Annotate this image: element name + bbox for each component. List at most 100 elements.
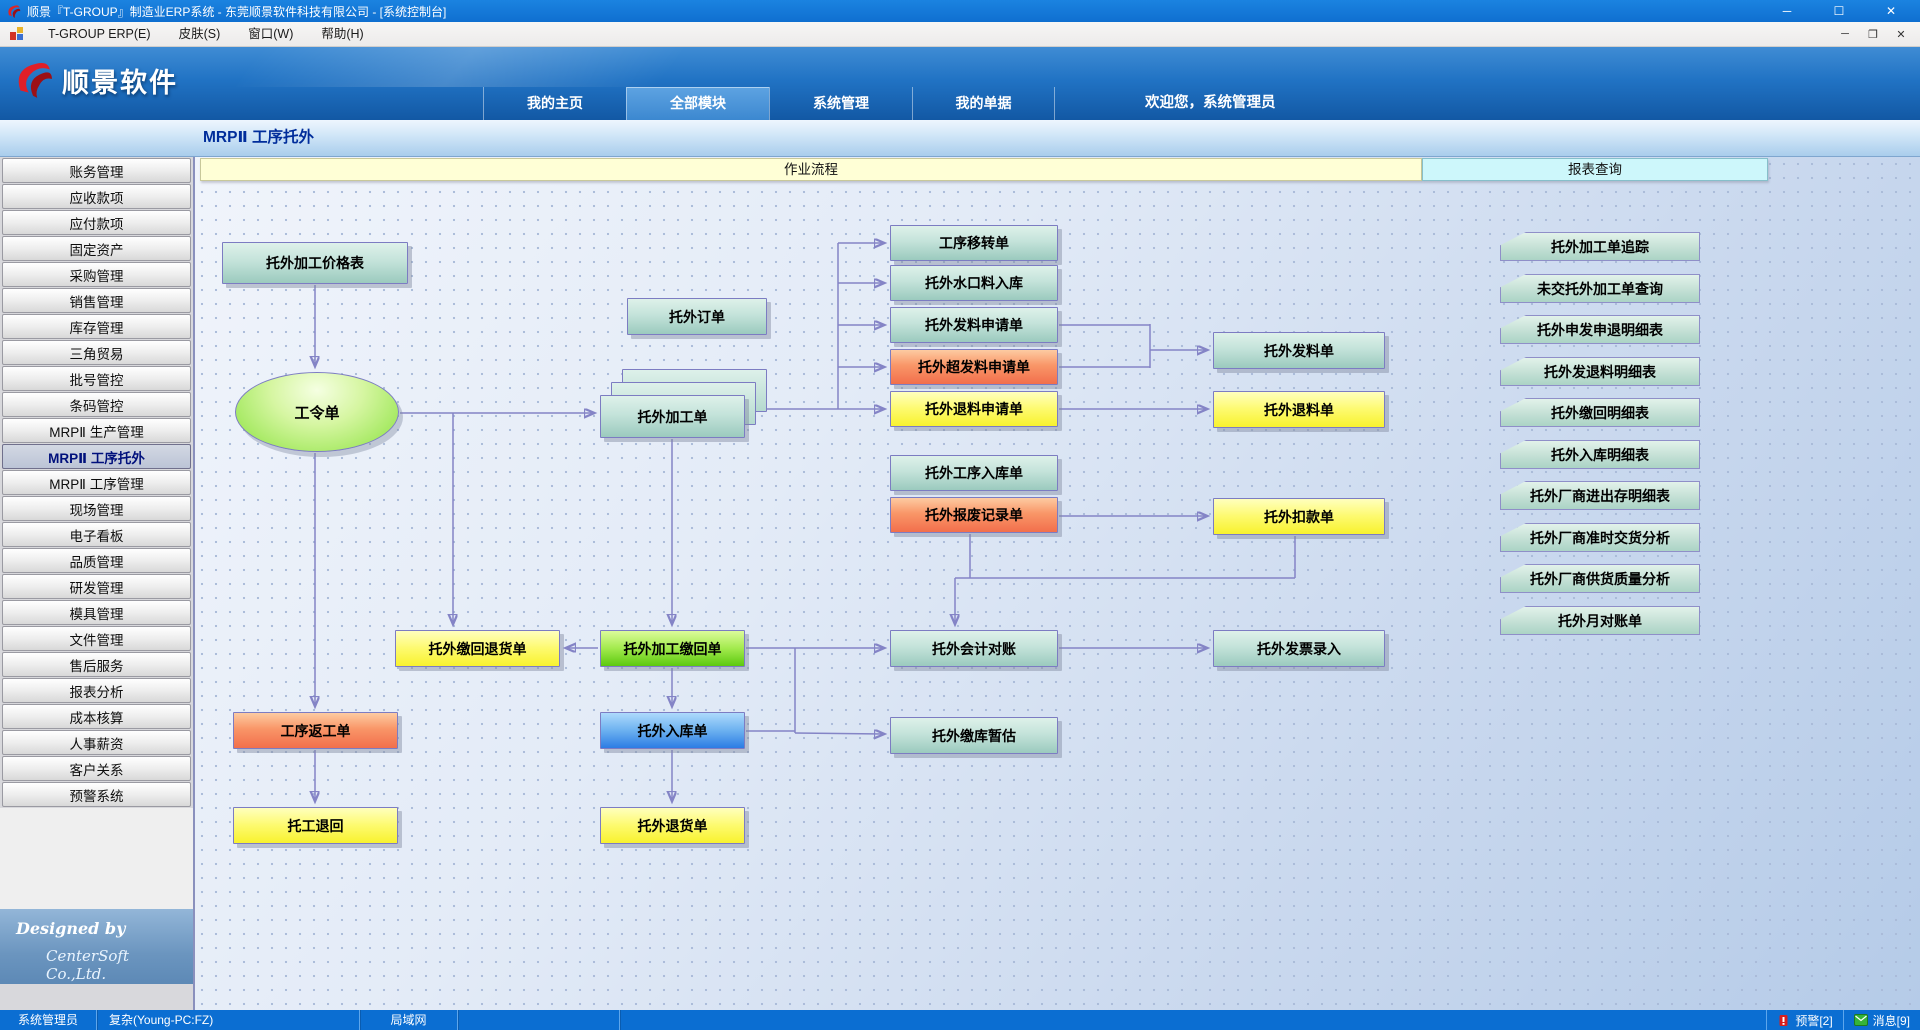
report-btn-vendor-ontime[interactable]: 托外厂商准时交货分析 <box>1500 523 1700 552</box>
flow-node-price-list[interactable]: 托外加工价格表 <box>222 242 408 284</box>
menu-item-erp[interactable]: T-GROUP ERP(E) <box>34 22 165 47</box>
flow-node-outsource-order[interactable]: 托外订单 <box>627 298 767 335</box>
sidebar-item-crm[interactable]: 客户关系 <box>2 756 191 781</box>
mdi-minimize-icon[interactable]: ─ <box>1836 28 1854 41</box>
brand-swoosh-icon <box>12 59 54 101</box>
status-alerts[interactable]: 预警[2] <box>1766 1010 1842 1030</box>
sidebar-item-lot-control[interactable]: 批号管控 <box>2 366 191 391</box>
report-btn-submit-detail[interactable]: 托外缴回明细表 <box>1500 398 1700 427</box>
mdi-close-icon[interactable]: ✕ <box>1892 28 1910 41</box>
alert-icon <box>1777 1014 1790 1027</box>
mdi-restore-icon[interactable]: ❐ <box>1864 28 1882 41</box>
menu-app-icon <box>10 27 24 41</box>
menu-item-skin[interactable]: 皮肤(S) <box>165 22 235 47</box>
menu-item-window[interactable]: 窗口(W) <box>234 22 307 47</box>
message-icon <box>1854 1014 1868 1026</box>
sidebar-item-costing[interactable]: 成本核算 <box>2 704 191 729</box>
flow-node-material-return[interactable]: 托外退料单 <box>1213 391 1385 428</box>
close-icon[interactable]: ✕ <box>1876 4 1906 18</box>
flow-node-process-submit[interactable]: 托外加工缴回单 <box>600 630 745 667</box>
sidebar-item-purchasing[interactable]: 采购管理 <box>2 262 191 287</box>
sidebar-item-barcode-control[interactable]: 条码管控 <box>2 392 191 417</box>
sidebar-item-rnd[interactable]: 研发管理 <box>2 574 191 599</box>
sidebar-item-receivables[interactable]: 应收款项 <box>2 184 191 209</box>
maximize-icon[interactable]: ☐ <box>1824 4 1854 18</box>
status-network: 局域网 <box>360 1010 458 1030</box>
brand-name: 顺景软件 <box>62 61 178 100</box>
welcome-text: 欢迎您，系统管理员 <box>1145 91 1276 112</box>
flow-node-stock-in[interactable]: 托外入库单 <box>600 712 745 749</box>
status-messages-label: 消息[9] <box>1873 1012 1910 1029</box>
window-title: 顺景『T-GROUP』制造业ERP系统 - 东莞顺景软件科技有限公司 - [系统… <box>27 3 1772 20</box>
designed-by-text: Designed by <box>16 919 125 938</box>
company-text: CenterSoft Co.,Ltd. <box>46 947 193 983</box>
sidebar-item-after-sales[interactable]: 售后服务 <box>2 652 191 677</box>
flow-node-goods-return[interactable]: 托外退货单 <box>600 807 745 844</box>
sidebar-item-payables[interactable]: 应付款项 <box>2 210 191 235</box>
flow-node-stockin-estimate[interactable]: 托外缴库暂估 <box>890 717 1058 754</box>
flow-node-invoice-entry[interactable]: 托外发票录入 <box>1213 630 1385 667</box>
flow-node-scrap-record[interactable]: 托外报废记录单 <box>890 497 1058 533</box>
status-bar: 系统管理员 复杂(Young-PC:FZ) 局域网 预警[2] 消息[9] <box>0 1010 1920 1030</box>
flow-node-process-rework[interactable]: 工序返工单 <box>233 712 398 749</box>
sidebar-item-fixed-assets[interactable]: 固定资产 <box>2 236 191 261</box>
report-btn-request-detail[interactable]: 托外申发申退明细表 <box>1500 315 1700 344</box>
report-btn-vendor-io-detail[interactable]: 托外厂商进出存明细表 <box>1500 481 1700 510</box>
sidebar-item-kanban[interactable]: 电子看板 <box>2 522 191 547</box>
page-title: MRPⅡ 工序托外 <box>203 120 314 156</box>
flow-section-header: 作业流程 <box>200 158 1422 181</box>
flow-node-deduction[interactable]: 托外扣款单 <box>1213 498 1385 535</box>
sidebar-item-mrp2-outsourcing[interactable]: MRPⅡ 工序托外 <box>2 444 191 469</box>
status-spacer <box>620 1010 1766 1030</box>
sidebar-item-report-analysis[interactable]: 报表分析 <box>2 678 191 703</box>
flow-node-work-order[interactable]: 工令单 <box>235 372 399 452</box>
minimize-icon[interactable]: ─ <box>1772 4 1802 18</box>
tab-system-admin[interactable]: 系统管理 <box>769 87 912 120</box>
sidebar-filler <box>0 808 193 909</box>
sidebar-item-alert-system[interactable]: 预警系统 <box>2 782 191 807</box>
header-banner: 顺景软件 我的主页 全部模块 系统管理 我的单据 欢迎您，系统管理员 │ 11月… <box>0 47 1920 120</box>
flow-node-process-transfer[interactable]: 工序移转单 <box>890 225 1058 261</box>
sidebar-item-shopfloor[interactable]: 现场管理 <box>2 496 191 521</box>
sidebar-item-sales[interactable]: 销售管理 <box>2 288 191 313</box>
sidebar-item-documents[interactable]: 文件管理 <box>2 626 191 651</box>
sidebar-item-mold[interactable]: 模具管理 <box>2 600 191 625</box>
app-logo-icon <box>6 4 21 19</box>
flow-node-material-return-request[interactable]: 托外退料申请单 <box>890 391 1058 427</box>
flow-node-over-issue-request[interactable]: 托外超发料申请单 <box>890 349 1058 385</box>
status-messages[interactable]: 消息[9] <box>1843 1010 1920 1030</box>
brand-logo: 顺景软件 <box>12 59 178 101</box>
sidebar-item-inventory[interactable]: 库存管理 <box>2 314 191 339</box>
sidebar-item-mrp2-process[interactable]: MRPⅡ 工序管理 <box>2 470 191 495</box>
sidebar-footer: Designed by CenterSoft Co.,Ltd. <box>0 909 193 984</box>
sidebar-item-quality[interactable]: 品质管理 <box>2 548 191 573</box>
tab-all-modules[interactable]: 全部模块 <box>626 87 769 120</box>
flow-node-process-stockin[interactable]: 托外工序入库单 <box>890 455 1058 491</box>
report-section-header: 报表查询 <box>1422 158 1768 181</box>
flow-node-nozzle-material-in[interactable]: 托外水口料入库 <box>890 265 1058 301</box>
report-btn-issue-return-detail[interactable]: 托外发退料明细表 <box>1500 357 1700 386</box>
window-titlebar: 顺景『T-GROUP』制造业ERP系统 - 东莞顺景软件科技有限公司 - [系统… <box>0 0 1920 22</box>
report-btn-stockin-detail[interactable]: 托外入库明细表 <box>1500 440 1700 469</box>
flow-node-labor-return[interactable]: 托工退回 <box>233 807 398 844</box>
sidebar-item-hr-payroll[interactable]: 人事薪资 <box>2 730 191 755</box>
flow-node-accounting-reconcile[interactable]: 托外会计对账 <box>890 630 1058 667</box>
sidebar-item-accounting[interactable]: 账务管理 <box>2 158 191 183</box>
tab-my-home[interactable]: 我的主页 <box>483 87 626 120</box>
report-btn-open-orders[interactable]: 未交托外加工单查询 <box>1500 274 1700 303</box>
menu-item-help[interactable]: 帮助(H) <box>307 22 377 47</box>
sidebar-item-triangle-trade[interactable]: 三角贸易 <box>2 340 191 365</box>
flow-node-material-issue-request[interactable]: 托外发料申请单 <box>890 307 1058 343</box>
sidebar-item-mrp2-production[interactable]: MRPⅡ 生产管理 <box>2 418 191 443</box>
flow-node-submit-return-goods[interactable]: 托外缴回退货单 <box>395 630 560 667</box>
report-btn-monthly-statement[interactable]: 托外月对账单 <box>1500 606 1700 635</box>
flow-node-material-issue[interactable]: 托外发料单 <box>1213 332 1385 369</box>
status-user: 系统管理员 <box>0 1010 97 1030</box>
status-host: 复杂(Young-PC:FZ) <box>97 1010 360 1030</box>
tab-my-documents[interactable]: 我的单据 <box>912 87 1055 120</box>
report-btn-vendor-quality[interactable]: 托外厂商供货质量分析 <box>1500 564 1700 593</box>
erp-window: 顺景『T-GROUP』制造业ERP系统 - 东莞顺景软件科技有限公司 - [系统… <box>0 0 1920 1030</box>
report-btn-tracking[interactable]: 托外加工单追踪 <box>1500 232 1700 261</box>
flow-node-process-sheet[interactable]: 托外加工单 <box>600 395 745 438</box>
page-title-bar: MRPⅡ 工序托外 <box>0 120 1920 157</box>
